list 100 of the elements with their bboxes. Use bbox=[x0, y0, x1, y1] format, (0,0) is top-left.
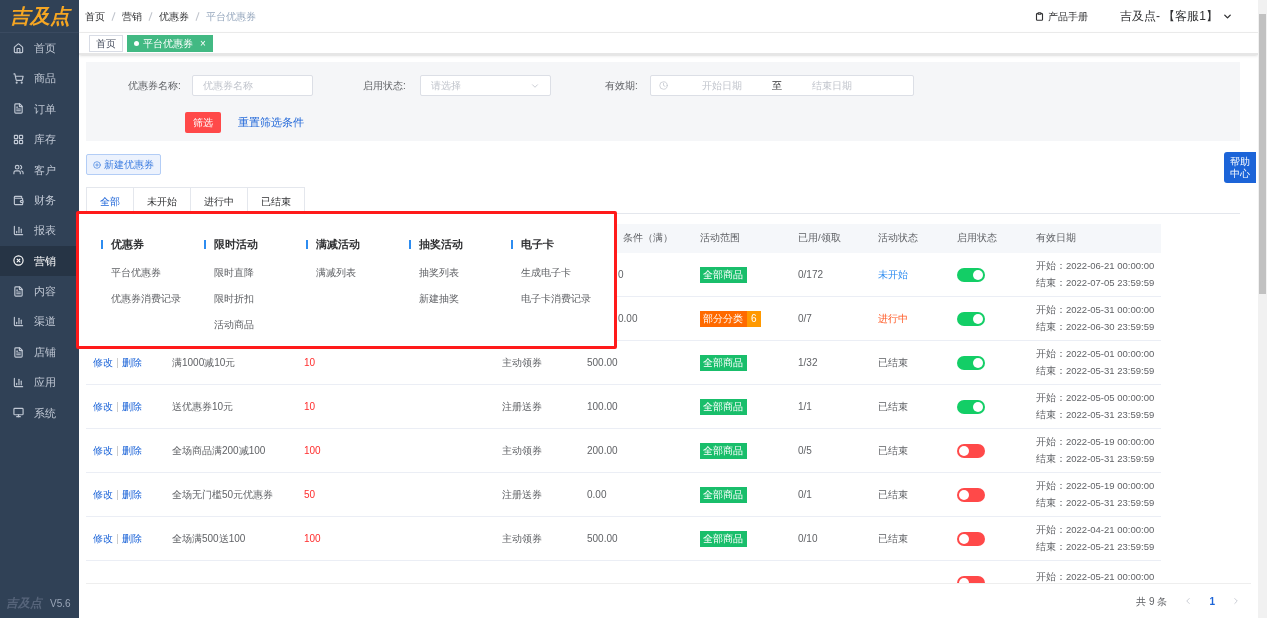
menu-group-title: 限时活动 bbox=[213, 237, 258, 252]
start-date: 开始：2022-05-31 00:00:00 bbox=[1036, 302, 1156, 317]
sidebar-item[interactable]: 商品 bbox=[0, 63, 79, 94]
field-label: 优惠券名称: bbox=[128, 79, 182, 93]
reset-link[interactable]: 重置筛选条件 bbox=[238, 114, 304, 131]
edit-link[interactable]: 修改 bbox=[93, 443, 113, 458]
column-header: 条件（满） bbox=[622, 231, 674, 246]
sidebar-item[interactable]: 首页 bbox=[0, 33, 79, 64]
used-count: 0/7 bbox=[798, 313, 812, 324]
delete-link[interactable]: 删除 bbox=[122, 355, 142, 370]
home-icon bbox=[13, 42, 24, 54]
logo: 吉及点 bbox=[9, 6, 70, 26]
users-icon bbox=[13, 164, 24, 176]
start-date: 开始：2022-05-19 00:00:00 bbox=[1036, 434, 1156, 449]
document-icon bbox=[13, 103, 24, 115]
scope-tag: 全部商品 bbox=[700, 442, 747, 459]
next-page-icon[interactable] bbox=[1231, 596, 1241, 606]
activity-status: 已结束 bbox=[878, 533, 908, 544]
sidebar-item[interactable]: 系统 bbox=[0, 397, 79, 429]
scope-tag: 全部商品 bbox=[700, 398, 747, 415]
sidebar-item[interactable]: 客户 bbox=[0, 154, 79, 185]
sidebar-item[interactable]: 报表 bbox=[0, 215, 79, 246]
condition-amount: 500.00 bbox=[587, 357, 618, 368]
end-date: 结束：2022-05-31 23:59:59 bbox=[1036, 408, 1156, 422]
page-tab[interactable]: 首页 bbox=[89, 34, 123, 52]
used-count: 0/172 bbox=[798, 269, 824, 280]
accent-bar-icon bbox=[101, 239, 103, 249]
toggle-switch[interactable] bbox=[957, 443, 985, 458]
page-number[interactable]: 1 bbox=[1209, 593, 1215, 609]
menu-item[interactable]: 新建抽奖 bbox=[418, 290, 512, 305]
breadcrumb-item[interactable]: 优惠券 bbox=[159, 8, 189, 24]
sidebar-item[interactable]: 财务 bbox=[0, 184, 79, 216]
activity-status: 未开始 bbox=[878, 269, 908, 280]
coupon-name: 全场无门槛50元优惠券 bbox=[172, 489, 274, 500]
sidebar-item[interactable]: 渠道 bbox=[0, 306, 79, 337]
scope-tag: 全部商品 bbox=[700, 530, 747, 547]
toggle-switch[interactable] bbox=[957, 399, 985, 414]
start-date: 开始：2022-05-21 00:00:00 bbox=[1036, 570, 1156, 583]
menu-item[interactable]: 抽奖列表 bbox=[418, 264, 512, 279]
column-header: 活动状态 bbox=[878, 231, 919, 246]
start-date: 开始：2022-05-05 00:00:00 bbox=[1036, 390, 1156, 405]
bar-chart-icon bbox=[13, 316, 24, 328]
sidebar-item[interactable]: 库存 bbox=[0, 124, 79, 155]
used-count: 0/1 bbox=[798, 489, 812, 500]
total-count: 共 9 条 bbox=[1136, 594, 1168, 609]
delete-link[interactable]: 删除 bbox=[122, 487, 142, 502]
menu-item[interactable]: 限时直降 bbox=[213, 264, 307, 279]
help-center-button[interactable]: 帮助 中心 bbox=[1224, 152, 1256, 183]
sidebar-item[interactable]: 内容 bbox=[0, 276, 79, 307]
sidebar-item[interactable]: 订单 bbox=[0, 93, 79, 125]
menu-group-title: 电子卡 bbox=[521, 237, 555, 252]
delete-link[interactable]: 删除 bbox=[122, 399, 142, 414]
edit-link[interactable]: 修改 bbox=[93, 487, 113, 502]
new-coupon-button[interactable]: 新建优惠券 bbox=[86, 154, 161, 175]
toggle-switch[interactable] bbox=[957, 487, 985, 502]
breadcrumb-item[interactable]: 首页 bbox=[85, 8, 105, 24]
menu-item[interactable]: 活动商品 bbox=[213, 316, 307, 331]
user-menu[interactable]: 吉及点- 【客服1】 bbox=[1120, 7, 1233, 25]
column-header: 有效日期 bbox=[1036, 231, 1077, 246]
activity-status: 进行中 bbox=[878, 313, 908, 324]
coupon-name: 全场满500送100 bbox=[172, 533, 246, 544]
activity-status: 已结束 bbox=[878, 489, 908, 500]
coupon-type: 注册送券 bbox=[502, 401, 542, 412]
used-count: 0/5 bbox=[798, 445, 812, 456]
sidebar-item[interactable]: 营销 bbox=[0, 245, 79, 277]
edit-link[interactable]: 修改 bbox=[93, 531, 113, 546]
sidebar-item[interactable]: 应用 bbox=[0, 367, 79, 398]
grid-icon bbox=[13, 133, 24, 145]
coupon-value: 100 bbox=[304, 445, 321, 456]
menu-item[interactable]: 优惠券消费记录 bbox=[111, 290, 204, 305]
document-icon bbox=[13, 346, 24, 358]
coupon-type: 主动领券 bbox=[502, 357, 542, 368]
toggle-switch[interactable] bbox=[957, 311, 985, 326]
condition-amount: 0 bbox=[618, 269, 624, 280]
activity-status: 已结束 bbox=[878, 445, 908, 456]
manual-link[interactable]: 产品手册 bbox=[1035, 8, 1088, 24]
delete-link[interactable]: 删除 bbox=[122, 443, 142, 458]
coupon-value: 10 bbox=[304, 401, 316, 412]
condition-amount: 200.00 bbox=[587, 445, 618, 456]
menu-item[interactable]: 生成电子卡 bbox=[521, 264, 614, 279]
status-tab[interactable]: 全部 bbox=[86, 187, 133, 213]
edit-link[interactable]: 修改 bbox=[93, 355, 113, 370]
toggle-switch[interactable] bbox=[957, 267, 985, 282]
delete-link[interactable]: 删除 bbox=[122, 531, 142, 546]
end-date: 结束：2022-05-21 23:59:59 bbox=[1036, 540, 1156, 554]
document-icon bbox=[13, 285, 24, 297]
breadcrumb-item[interactable]: 营销 bbox=[122, 8, 142, 24]
toggle-switch[interactable] bbox=[957, 355, 985, 370]
menu-item[interactable]: 限时折扣 bbox=[213, 290, 307, 305]
menu-item[interactable]: 满减列表 bbox=[316, 264, 409, 279]
menu-item[interactable]: 电子卡消费记录 bbox=[521, 290, 614, 305]
sidebar-item[interactable]: 店铺 bbox=[0, 336, 79, 368]
scrollbar[interactable] bbox=[1258, 0, 1267, 618]
scope-tag: 全部商品 bbox=[700, 486, 747, 503]
scope-tag: 全部商品 bbox=[700, 354, 747, 371]
menu-item[interactable]: 平台优惠券 bbox=[111, 264, 204, 279]
edit-link[interactable]: 修改 bbox=[93, 399, 113, 414]
version-label: V5.6 bbox=[50, 596, 71, 611]
toggle-switch[interactable] bbox=[957, 531, 985, 546]
clock-icon bbox=[659, 81, 668, 90]
